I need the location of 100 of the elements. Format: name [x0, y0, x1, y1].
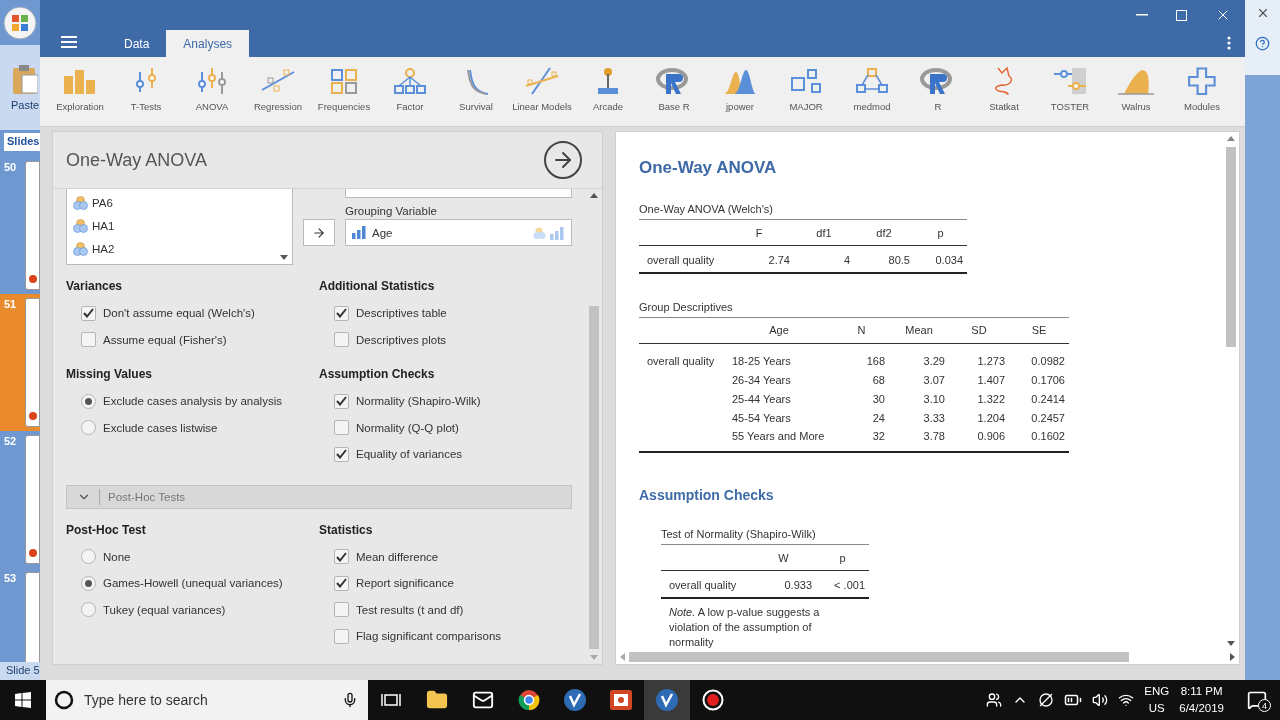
table-cell: 3.78: [889, 427, 949, 452]
option-label: Don't assume equal (Welch's): [103, 307, 255, 320]
checkbox[interactable]: [334, 628, 349, 644]
radio-button[interactable]: [81, 549, 96, 565]
scrollbar-thumb[interactable]: [589, 306, 599, 649]
toolbar-label[interactable]: Modules: [1184, 101, 1220, 112]
scroll-down-icon[interactable]: [1227, 641, 1235, 646]
variable-icon: [73, 218, 88, 233]
checkbox[interactable]: [334, 332, 349, 348]
checkbox[interactable]: [81, 332, 96, 348]
run-button[interactable]: [544, 141, 582, 179]
checkbox[interactable]: [334, 420, 349, 436]
tab[interactable]: Analyses: [166, 30, 250, 57]
clipboard-icon[interactable]: [12, 64, 38, 95]
variable-icon: [73, 195, 88, 210]
variable-name[interactable]: HA2: [92, 242, 115, 255]
toolbar-label[interactable]: Survival: [459, 101, 493, 112]
toolbar-label[interactable]: Exploration: [56, 101, 104, 112]
column-header: Age: [724, 317, 834, 343]
toolbar-label[interactable]: T-Tests: [130, 101, 162, 112]
toolbar-label[interactable]: ANOVA: [195, 101, 229, 112]
module-icon: [1052, 66, 1088, 96]
variable-list[interactable]: PA6 HA1 HA2: [66, 189, 293, 265]
microphone-icon[interactable]: [342, 692, 358, 708]
grouping-field[interactable]: Age: [345, 219, 572, 246]
toolbar-label[interactable]: R: [934, 101, 942, 112]
cortana-icon: [54, 690, 74, 710]
results-title: One-Way ANOVA: [639, 158, 777, 178]
toolbar-label[interactable]: Base R: [658, 101, 690, 112]
radio-button[interactable]: [81, 393, 96, 409]
table-title: Group Descriptives: [639, 300, 733, 313]
variable-name[interactable]: HA1: [92, 219, 115, 232]
toolbar-label[interactable]: Factor: [396, 101, 424, 112]
scroll-up-icon[interactable]: [590, 193, 598, 198]
variable-type-icon: [533, 225, 565, 240]
menu-icon[interactable]: [61, 36, 77, 48]
search-field[interactable]: Type here to search: [82, 691, 334, 709]
toolbar-label[interactable]: jpower: [726, 101, 754, 112]
table-note: Note. A low p-value suggests a violation of the assumption of normality: [668, 605, 821, 650]
radio-button[interactable]: [81, 602, 96, 618]
toolbar-label[interactable]: MAJOR: [789, 101, 823, 112]
help-icon[interactable]: [1255, 36, 1270, 51]
scrollbar-thumb[interactable]: [629, 652, 1129, 662]
table-cell-text: 68: [871, 372, 886, 388]
notification-count: 4: [1258, 699, 1271, 712]
table-cell-text: 0.2414: [1030, 391, 1066, 407]
notifications-button[interactable]: 4: [1234, 680, 1280, 720]
volume-icon[interactable]: [1092, 692, 1109, 708]
checkbox[interactable]: [81, 305, 96, 321]
checkbox[interactable]: [334, 446, 349, 462]
toolbar-label[interactable]: TOSTER: [1050, 101, 1090, 112]
toolbar-label[interactable]: Arcade: [592, 101, 624, 112]
table-cell-text: 1.204: [976, 410, 1006, 426]
table-cell-text: 24: [871, 410, 886, 426]
table-cell: 55 Years and More: [724, 427, 834, 452]
column-header: p: [816, 544, 869, 571]
scrollbar-thumb[interactable]: [1226, 147, 1236, 347]
radio-button[interactable]: [81, 420, 96, 436]
checkbox[interactable]: [334, 393, 349, 409]
tab[interactable]: Data: [107, 30, 167, 57]
row-label: overall quality: [639, 245, 724, 273]
table-cell-text: 3.33: [922, 410, 946, 426]
search-box[interactable]: Type here to search: [46, 680, 368, 720]
variable-name[interactable]: PA6: [92, 196, 113, 209]
network-icon[interactable]: [1038, 692, 1055, 708]
checkbox[interactable]: [334, 305, 349, 321]
option-label: Normality (Q-Q plot): [356, 421, 459, 434]
table-cell: 2.74: [724, 245, 794, 273]
radio-button[interactable]: [81, 575, 96, 591]
dependent-field[interactable]: [345, 189, 572, 198]
office-logo-icon[interactable]: [3, 5, 37, 40]
table-cell: 0.034: [914, 245, 967, 273]
slides-tab[interactable]: Slides: [4, 133, 40, 151]
scroll-up-icon[interactable]: [1227, 136, 1235, 141]
table-cell-text: 25-44 Years: [731, 391, 792, 407]
toolbar-label[interactable]: Statkat: [989, 101, 1019, 112]
wifi-icon[interactable]: [1118, 692, 1135, 708]
maximize-icon[interactable]: [1176, 9, 1187, 21]
table-cell-text: 45-54 Years: [731, 410, 792, 426]
clock[interactable]: 8:11 PM 6/4/2019: [1179, 683, 1224, 717]
toolbar-label[interactable]: Walrus: [1121, 101, 1151, 112]
checkbox[interactable]: [334, 575, 349, 591]
column-header: p: [914, 219, 967, 246]
toolbar-label[interactable]: Frequencies: [317, 101, 371, 112]
bar-chart-icon: [352, 226, 366, 239]
checkbox[interactable]: [334, 549, 349, 565]
toolbar-label[interactable]: medmod: [853, 101, 891, 112]
section-heading: Assumption Checks: [639, 487, 774, 503]
scroll-right-icon[interactable]: [1230, 653, 1235, 661]
move-button[interactable]: [303, 219, 335, 246]
app-icon[interactable]: [644, 680, 690, 720]
table-title: Test of Normality (Shapiro-Wilk): [661, 528, 816, 540]
people-icon[interactable]: [986, 692, 1003, 708]
toolbar-label[interactable]: Linear Models: [512, 101, 572, 112]
language-indicator[interactable]: ENG US: [1144, 683, 1170, 717]
table-cell: 4: [794, 245, 854, 273]
checkbox[interactable]: [334, 602, 349, 618]
more-icon[interactable]: [1227, 36, 1231, 50]
toolbar-label[interactable]: Regression: [253, 101, 303, 112]
scroll-down-icon[interactable]: [280, 255, 288, 260]
